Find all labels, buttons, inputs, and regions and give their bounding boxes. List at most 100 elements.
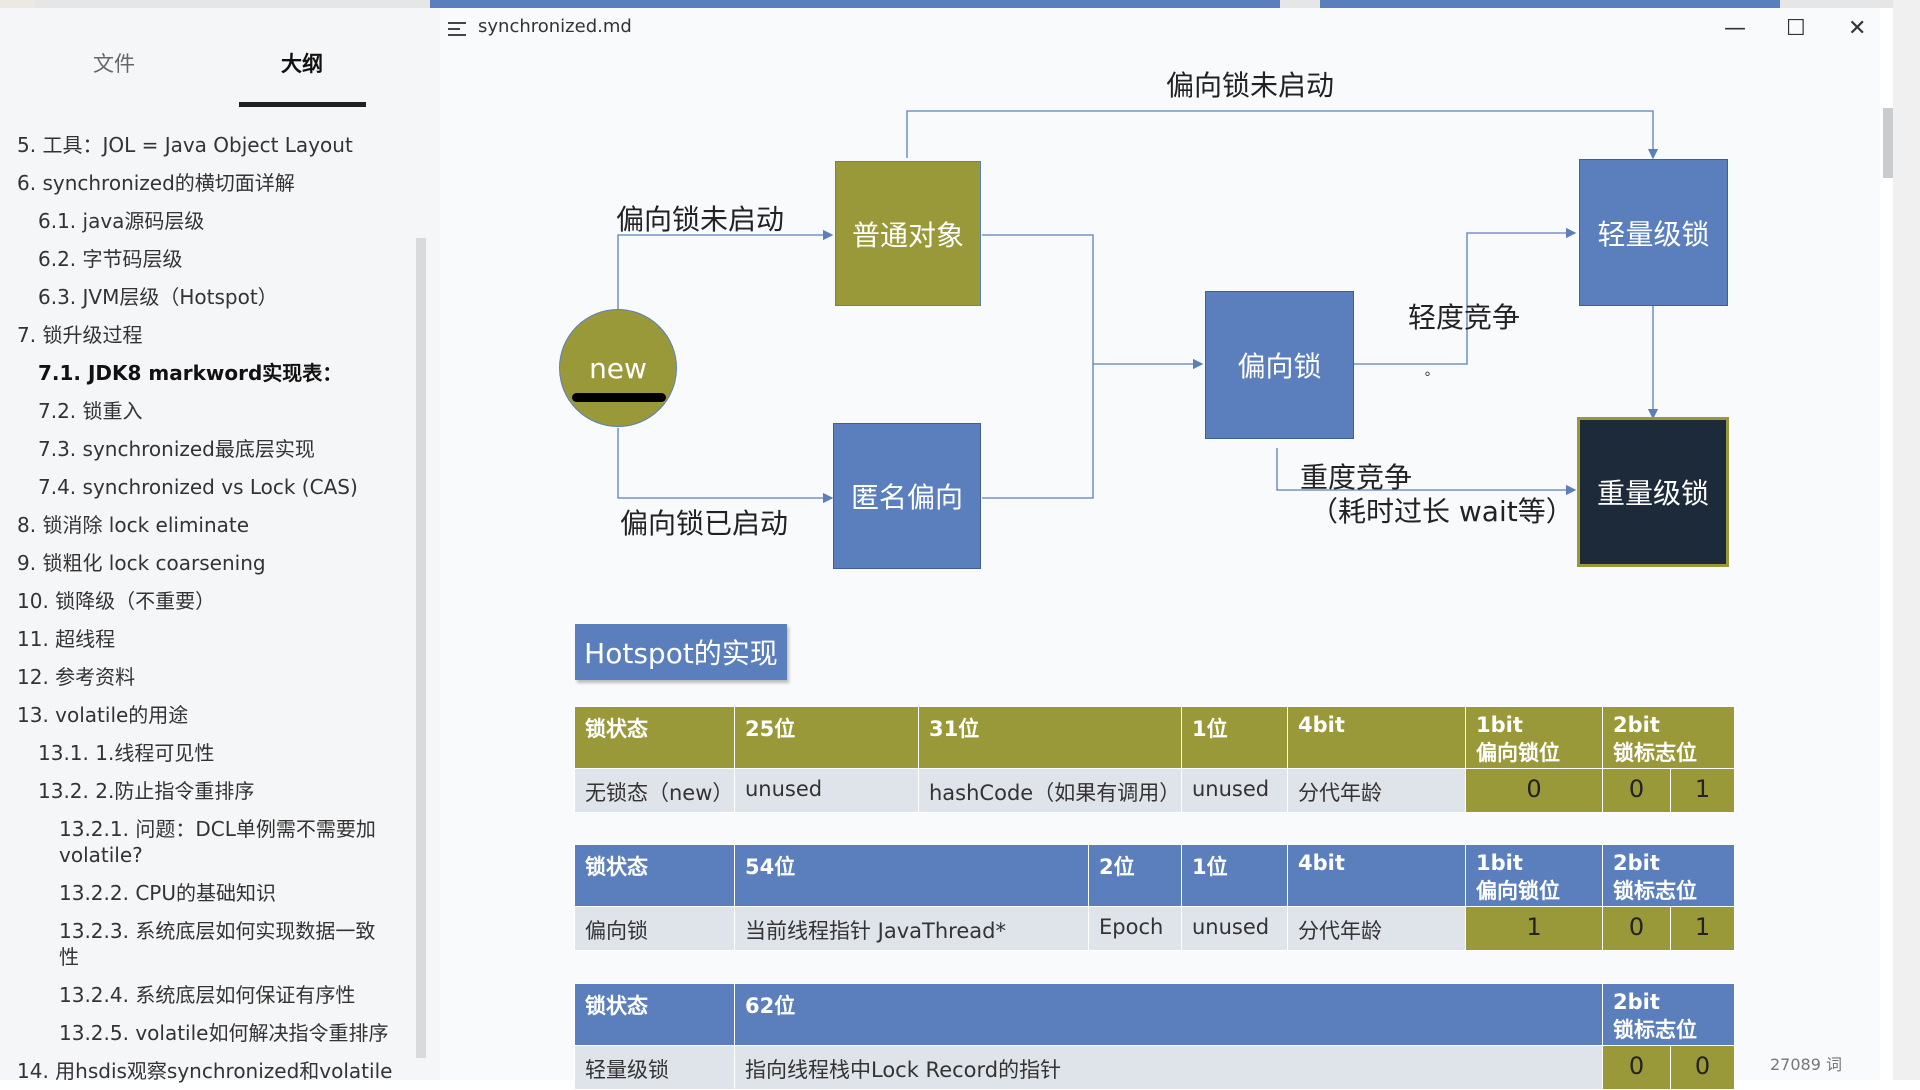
outline-item[interactable]: 5. 工具：JOL = Java Object Layout	[17, 132, 353, 158]
outline-item[interactable]: 13. volatile的用途	[17, 702, 188, 728]
col-header: 1位	[1181, 706, 1288, 769]
col-header: 25位	[734, 706, 919, 769]
header-line: 锁标志位	[1613, 1018, 1697, 1042]
col-header: 54位	[734, 844, 1089, 907]
table-cell: 1	[1670, 906, 1735, 951]
header-line: 1bit	[1476, 713, 1523, 737]
taskbar-strip	[35, 0, 1920, 8]
table-cell: Epoch	[1088, 906, 1182, 951]
col-header: 4bit	[1287, 706, 1466, 769]
table-cell: hashCode（如果有调用）	[918, 768, 1182, 813]
header-line: 偏向锁位	[1476, 741, 1560, 765]
lock-upgrade-diagram: 偏向锁未启动 偏向锁未启动 偏向锁已启动 轻度竞争 重度竞争 （耗时过长 wai…	[440, 8, 1880, 588]
table-cell: 0	[1670, 1045, 1735, 1090]
outline-item[interactable]: 13.2.4. 系统底层如何保证有序性	[59, 982, 355, 1008]
outline-item[interactable]: 13.2.2. CPU的基础知识	[59, 880, 276, 906]
header-line: 2bit	[1613, 713, 1660, 737]
window-edge	[1893, 0, 1920, 1080]
node-lightweight-lock: 轻量级锁	[1579, 159, 1728, 306]
sidebar-tabs: 文件 大纲	[0, 30, 440, 107]
outline-item[interactable]: 8. 锁消除 lock eliminate	[17, 512, 249, 538]
table-row: 轻量级锁 指向线程栈中Lock Record的指针 0 0	[574, 1045, 1735, 1090]
header-line: 1bit	[1476, 851, 1523, 875]
table-row: 偏向锁 当前线程指针 JavaThread* Epoch unused 分代年龄…	[574, 906, 1735, 951]
table-cell: 0	[1465, 768, 1603, 813]
node-biased-lock-label: 偏向锁	[1237, 350, 1322, 383]
table-cell: 0	[1602, 1045, 1671, 1090]
outline-item-continued[interactable]: volatile?	[59, 842, 143, 868]
col-header: 62位	[734, 983, 1603, 1046]
ink-underline	[572, 393, 666, 402]
markword-table-lightweight: 锁状态 62位 2bit 锁标志位 轻量级锁 指向线程栈中Lock Record的…	[574, 983, 1735, 1090]
label-heavy-contention-detail: （耗时过长 wait等）	[1310, 495, 1574, 528]
node-new: new	[559, 309, 677, 427]
header-line: 锁标志位	[1613, 741, 1697, 765]
node-normal-object-label: 普通对象	[851, 218, 964, 252]
table-cell: 轻量级锁	[574, 1045, 735, 1090]
table-cell: 当前线程指针 JavaThread*	[734, 906, 1089, 951]
table-cell: 0	[1602, 768, 1671, 813]
col-header: 锁状态	[574, 983, 735, 1046]
outline-item[interactable]: 10. 锁降级（不重要）	[17, 588, 215, 614]
tab-outline[interactable]: 大纲	[281, 48, 323, 78]
outline-item[interactable]: 6. synchronized的横切面详解	[17, 170, 295, 196]
outline-item[interactable]: 6.2. 字节码层级	[38, 246, 183, 272]
col-header: 1bit 偏向锁位	[1465, 706, 1603, 769]
table-cell: unused	[1181, 906, 1288, 951]
table-cell: unused	[734, 768, 919, 813]
outline-item[interactable]: 7.2. 锁重入	[38, 398, 143, 424]
col-header: 2bit 锁标志位	[1602, 983, 1735, 1046]
table-cell: 分代年龄	[1287, 906, 1466, 951]
markword-table-unlocked: 锁状态 25位 31位 1位 4bit 1bit 偏向锁位 2bit 锁标志位 无锁…	[574, 706, 1735, 813]
outline-item[interactable]: 6.1. java源码层级	[38, 208, 204, 234]
outline-item[interactable]: 7. 锁升级过程	[17, 322, 142, 348]
outline-item[interactable]: 6.3. JVM层级（Hotspot）	[38, 284, 278, 310]
table-cell: 分代年龄	[1287, 768, 1466, 813]
node-heavyweight-lock-label: 重量级锁	[1596, 477, 1709, 510]
active-tab-indicator	[239, 102, 366, 107]
node-normal-object: 普通对象	[835, 161, 981, 306]
outline-item-active[interactable]: 7.1. JDK8 markword实现表：	[38, 360, 342, 386]
col-header: 2bit 锁标志位	[1602, 706, 1735, 769]
node-biased-lock: 偏向锁	[1205, 291, 1354, 439]
outline-item[interactable]: 13.2.3. 系统底层如何实现数据一致	[59, 918, 375, 944]
outline-item[interactable]: 7.4. synchronized vs Lock (CAS)	[38, 474, 358, 500]
table-cell: 1	[1670, 768, 1735, 813]
header-line: 2bit	[1613, 851, 1660, 875]
outline-item[interactable]: 13.2. 2.防止指令重排序	[38, 778, 254, 804]
col-header: 锁状态	[574, 844, 735, 907]
outline-item[interactable]: 13.2.1. 问题：DCL单例需不需要加	[59, 816, 376, 842]
table-cell: 无锁态（new）	[574, 768, 735, 813]
node-anonymous-biased-label: 匿名偏向	[850, 481, 963, 514]
table-cell: 指向线程栈中Lock Record的指针	[734, 1045, 1603, 1090]
markword-table-biased: 锁状态 54位 2位 1位 4bit 1bit 偏向锁位 2bit 锁标志位 偏向锁…	[574, 844, 1735, 951]
outline-item[interactable]: 13.2.5. volatile如何解决指令重排序	[59, 1020, 388, 1046]
editor-scrollbar-thumb[interactable]	[1883, 108, 1893, 178]
outline-item[interactable]: 12. 参考资料	[17, 664, 135, 690]
hotspot-heading: Hotspot的实现	[575, 624, 787, 680]
col-header: 2位	[1088, 844, 1182, 907]
label-bias-not-started-top: 偏向锁未启动	[1166, 69, 1335, 102]
stray-dot: °	[1424, 370, 1431, 386]
outline-item[interactable]: 7.3. synchronized最底层实现	[38, 436, 315, 462]
outline-item[interactable]: 11. 超线程	[17, 626, 115, 652]
word-count[interactable]: 27089 词	[1770, 1051, 1842, 1075]
table-cell: 0	[1602, 906, 1671, 951]
label-bias-not-started: 偏向锁未启动	[616, 203, 785, 236]
sidebar-scrollbar[interactable]	[416, 238, 426, 1058]
header-line: 锁标志位	[1613, 879, 1697, 903]
outline-item[interactable]: 13.1. 1.线程可见性	[38, 740, 214, 766]
col-header: 31位	[918, 706, 1182, 769]
tab-files[interactable]: 文件	[93, 48, 135, 78]
col-header: 1位	[1181, 844, 1288, 907]
editor-area: synchronized.md — ☐ ✕ 偏向锁未启动 偏向锁未启动 偏向锁已…	[440, 8, 1893, 1090]
hotspot-heading-label: Hotspot的实现	[584, 637, 778, 670]
node-heavyweight-lock: 重量级锁	[1577, 417, 1729, 567]
outline-item[interactable]: 9. 锁粗化 lock coarsening	[17, 550, 266, 576]
header-line: 偏向锁位	[1476, 879, 1560, 903]
node-new-label: new	[589, 351, 647, 385]
outline-item[interactable]: 14. 用hsdis观察synchronized和volatile	[17, 1058, 392, 1084]
outline-item-continued[interactable]: 性	[59, 944, 79, 970]
col-header: 2bit 锁标志位	[1602, 844, 1735, 907]
node-lightweight-lock-label: 轻量级锁	[1597, 217, 1710, 251]
